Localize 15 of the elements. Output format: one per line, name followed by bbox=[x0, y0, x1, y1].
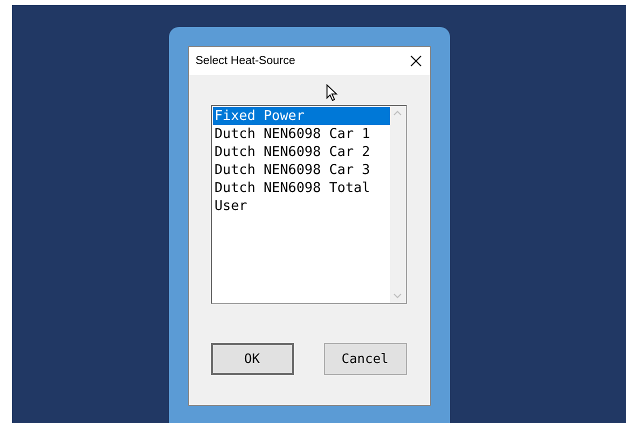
list-box[interactable]: Fixed Power Dutch NEN6098 Car 1 Dutch NEN6098 Car 2 Dutch NEN6098 Car 3 Dutch NEN6098 Total User bbox=[210, 105, 406, 304]
scrollbar[interactable] bbox=[390, 106, 406, 303]
close-icon[interactable] bbox=[410, 55, 422, 67]
list-item[interactable]: Dutch NEN6098 Car 3 bbox=[212, 161, 390, 179]
list-item[interactable]: Dutch NEN6098 Car 2 bbox=[212, 143, 390, 161]
window-title: Select Heat-Source bbox=[196, 55, 296, 67]
list-item[interactable]: User bbox=[212, 197, 390, 215]
list-item[interactable]: Dutch NEN6098 Car 1 bbox=[212, 125, 390, 143]
cancel-button[interactable]: Cancel bbox=[324, 343, 406, 375]
scroll-down-icon[interactable] bbox=[393, 293, 402, 299]
ok-button[interactable]: OK bbox=[210, 343, 294, 375]
scroll-up-icon[interactable] bbox=[393, 110, 402, 116]
mouse-pointer-icon bbox=[326, 84, 338, 102]
list-item[interactable]: Dutch NEN6098 Total bbox=[212, 179, 390, 197]
list-item[interactable]: Fixed Power bbox=[212, 107, 390, 125]
